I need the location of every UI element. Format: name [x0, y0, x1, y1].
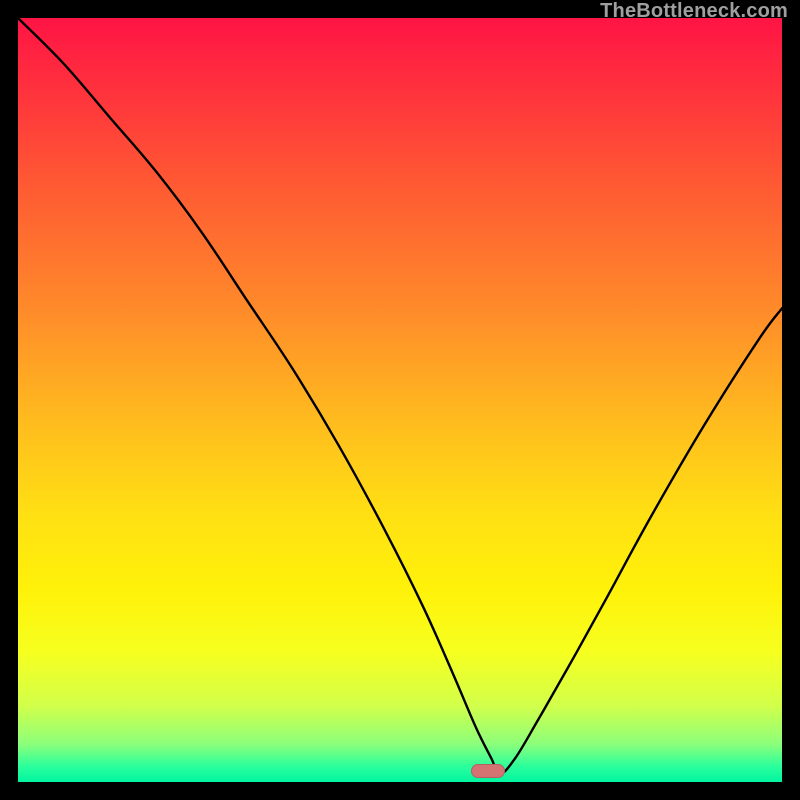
bottleneck-curve: [18, 18, 782, 782]
optimal-marker: [471, 764, 505, 778]
plot-area: [18, 18, 782, 782]
watermark-text: TheBottleneck.com: [600, 0, 788, 23]
chart-frame: TheBottleneck.com: [0, 0, 800, 800]
